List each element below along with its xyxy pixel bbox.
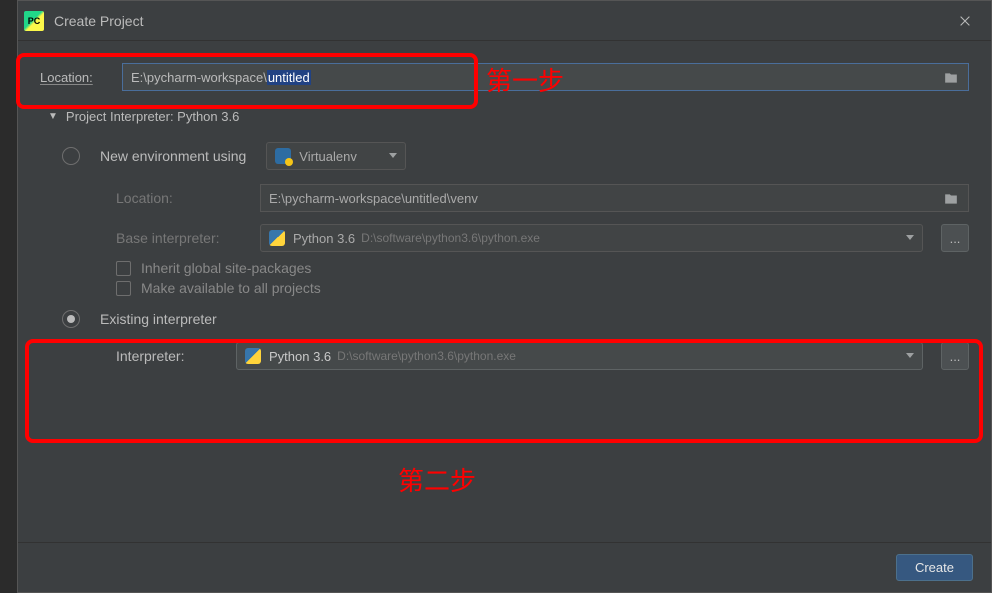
virtualenv-icon: [275, 148, 291, 164]
interpreter-label: Interpreter:: [116, 348, 226, 364]
pycharm-app-icon: PC: [24, 11, 44, 31]
close-icon: [958, 14, 972, 28]
interpreter-name: Python 3.6: [269, 349, 331, 364]
chevron-down-icon: [906, 353, 914, 358]
location-label: Location:: [40, 70, 112, 85]
annotation-label-step2: 第二步: [398, 461, 476, 498]
existing-interpreter-label: Existing interpreter: [100, 311, 217, 327]
browse-folder-icon[interactable]: [942, 71, 960, 85]
chevron-down-icon: [906, 235, 914, 240]
create-button[interactable]: Create: [896, 554, 973, 581]
inherit-packages-label: Inherit global site-packages: [141, 260, 311, 276]
chevron-down-icon: [389, 153, 397, 158]
create-project-dialog: PC Create Project Location: E:\pycharm-w…: [17, 0, 992, 593]
python-icon: [245, 348, 261, 364]
interpreter-path: D:\software\python3.6\python.exe: [337, 349, 516, 363]
inherit-packages-checkbox[interactable]: [116, 261, 131, 276]
location-value-selected: untitled: [267, 70, 311, 85]
environment-type-value: Virtualenv: [299, 149, 357, 164]
location-input[interactable]: E:\pycharm-workspace\untitled: [122, 63, 969, 91]
close-button[interactable]: [945, 1, 985, 41]
environment-type-combo[interactable]: Virtualenv: [266, 142, 406, 170]
env-location-label: Location:: [116, 190, 250, 206]
interpreter-browse-button[interactable]: ...: [941, 342, 969, 370]
make-available-checkbox[interactable]: [116, 281, 131, 296]
make-available-label: Make available to all projects: [141, 280, 321, 296]
project-interpreter-label: Project Interpreter: Python 3.6: [66, 109, 239, 124]
env-location-input[interactable]: E:\pycharm-workspace\untitled\venv: [260, 184, 969, 212]
base-interpreter-combo[interactable]: Python 3.6 D:\software\python3.6\python.…: [260, 224, 923, 252]
location-value-prefix: E:\pycharm-workspace\: [131, 70, 267, 85]
new-environment-radio[interactable]: [62, 147, 80, 165]
base-interpreter-label: Base interpreter:: [116, 230, 250, 246]
triangle-down-icon: ▼: [48, 111, 58, 122]
base-interpreter-browse-button[interactable]: ...: [941, 224, 969, 252]
dialog-footer: Create: [18, 542, 991, 592]
window-title: Create Project: [54, 13, 945, 29]
new-environment-label: New environment using: [100, 148, 246, 164]
project-interpreter-disclosure[interactable]: ▼ Project Interpreter: Python 3.6: [40, 109, 969, 124]
python-icon: [269, 230, 285, 246]
interpreter-combo[interactable]: Python 3.6 D:\software\python3.6\python.…: [236, 342, 923, 370]
existing-interpreter-radio[interactable]: [62, 310, 80, 328]
title-bar: PC Create Project: [18, 1, 991, 41]
env-location-value: E:\pycharm-workspace\untitled\venv: [269, 191, 478, 206]
browse-folder-icon[interactable]: [942, 192, 960, 206]
base-interpreter-name: Python 3.6: [293, 231, 355, 246]
base-interpreter-path: D:\software\python3.6\python.exe: [361, 231, 540, 245]
